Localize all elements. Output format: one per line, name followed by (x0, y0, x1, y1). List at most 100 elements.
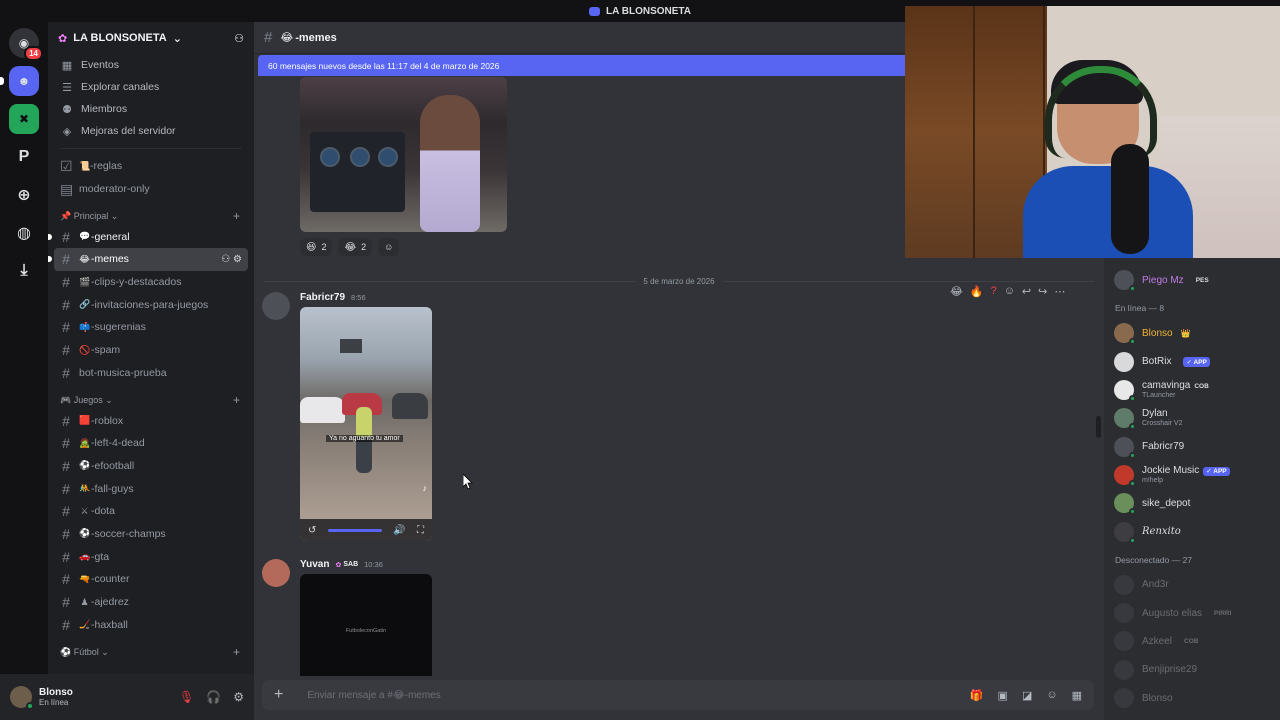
chat-scrollbar[interactable] (1096, 416, 1101, 438)
member-row[interactable]: BotRix ✓ APP (1114, 348, 1280, 376)
nav-server-boosts[interactable]: ◈ Mejoras del servidor (54, 120, 248, 142)
hash-icon: # (264, 29, 273, 46)
channel-moderator-only[interactable]: ▤ moderator-only (54, 178, 248, 201)
download-apps-button[interactable]: ⤓ (9, 256, 39, 286)
message-composer[interactable]: + Enviar mensaje a #😂-memes 🎁 ▣ ◪ ☺ ▦ (262, 680, 1094, 710)
sticker-icon[interactable]: ◪ (1022, 689, 1032, 702)
channel-emoji: 💬 (79, 231, 91, 242)
nav-browse-channels[interactable]: ☰ Explorar canales (54, 76, 248, 98)
reaction-fire-icon[interactable]: 🔥 (970, 285, 984, 298)
discover-button[interactable]: ◍ (9, 218, 39, 248)
volume-icon[interactable]: 🔊 (393, 525, 405, 536)
upload-plus-icon[interactable]: + (274, 686, 283, 704)
nav-events-label: Eventos (81, 59, 119, 71)
channel-counter[interactable]: # 🔫 -counter (54, 568, 248, 591)
add-member-icon[interactable]: ⚇ (234, 32, 244, 45)
apps-icon[interactable]: ▦ (1072, 689, 1082, 702)
member-name: Renxito (1142, 526, 1181, 538)
channel-settings-icons[interactable]: ⚇ ⚙ (221, 254, 242, 265)
member-row[interactable]: sike_depot (1114, 489, 1280, 517)
reaction-button[interactable]: 😆 2 (300, 238, 333, 256)
user-panel: Blonso En línea 🎙 🎧 ⚙ (0, 674, 254, 720)
channel-gta[interactable]: # 🚗 -gta (54, 545, 248, 568)
emoji-icon[interactable]: ☺ (1046, 689, 1057, 702)
member-row[interactable]: Jockie Music ✓ APP m!help (1114, 461, 1280, 489)
channel-general[interactable]: # 💬 -general (48, 225, 248, 248)
channel-reglas[interactable]: ☑ 📜 -reglas (54, 155, 248, 178)
message-input[interactable]: Enviar mensaje a #😂-memes (307, 690, 960, 701)
channel-invitaciones[interactable]: # 🔗 -invitaciones-para-juegos (54, 293, 248, 316)
channel-dota[interactable]: # ⚔ -dota (54, 500, 248, 523)
member-row[interactable]: Renxito (1114, 517, 1280, 545)
video-player-2[interactable]: FutboleconGatin (300, 574, 432, 676)
headphones-icon[interactable]: 🎧 (206, 690, 221, 704)
server-header[interactable]: ✿ LA BLONSONETA ⌄ ⚇ (48, 22, 254, 54)
category-futbol[interactable]: ⚽ Fútbol ⌄ + (48, 643, 254, 661)
reaction-question-icon[interactable]: ? (991, 285, 997, 297)
server-green-button[interactable]: ✖ (9, 104, 39, 134)
forward-icon[interactable]: ↪ (1038, 285, 1047, 298)
video-player[interactable]: Ya no aguanto tu amor ♪ ↺ 🔊 ⛶ (300, 307, 432, 541)
member-row[interactable]: Benjiprise29 (1114, 656, 1280, 684)
gift-icon[interactable]: 🎁 (970, 689, 984, 702)
gif-icon[interactable]: ▣ (998, 689, 1008, 702)
category-juegos[interactable]: 🎮 Juegos ⌄ + (48, 391, 254, 409)
member-row[interactable]: Blonso (1114, 684, 1280, 712)
reply-icon[interactable]: ↩ (1022, 285, 1031, 298)
avatar[interactable] (262, 292, 290, 320)
member-row[interactable]: Augusto elias PIRRI (1114, 599, 1280, 627)
create-channel-icon[interactable]: + (233, 393, 240, 407)
reaction-button[interactable]: 😂 2 (338, 238, 373, 256)
message-image-pilot[interactable] (300, 77, 507, 232)
channel-header-emoji: 😂 (280, 32, 294, 44)
add-reaction-button[interactable]: ☺ (378, 238, 400, 256)
member-row[interactable]: And3r (1114, 571, 1280, 599)
reaction-laugh-icon[interactable]: 😂 (950, 285, 963, 298)
category-principal[interactable]: 📌 Principal ⌄ + (48, 207, 254, 225)
more-options-icon[interactable]: ⋯ (1054, 285, 1065, 298)
member-row[interactable]: Fabricr79 (1114, 432, 1280, 460)
message-author[interactable]: Fabricr79 (300, 292, 345, 303)
channel-left-4-dead[interactable]: # 🧟 -left-4-dead (54, 432, 248, 455)
channel-memes[interactable]: # 😂 -memes ⚇ ⚙ (48, 248, 248, 271)
avatar[interactable] (262, 559, 290, 587)
message-hover-toolbar: 😂 🔥 ? ☺ ↩ ↪ ⋯ (944, 280, 1071, 302)
member-row[interactable]: Dylan Crosshair V2 (1114, 404, 1280, 432)
settings-gear-icon[interactable]: ⚙ (233, 690, 244, 704)
nav-members[interactable]: ⚉ Miembros (54, 98, 248, 120)
user-avatar[interactable] (10, 686, 34, 710)
replay-icon[interactable]: ↺ (308, 525, 316, 536)
member-row[interactable]: camavinga COB TLauncher (1114, 376, 1280, 404)
channel-haxball[interactable]: # 🏒 -haxball (54, 613, 248, 636)
member-activity: TLauncher (1142, 391, 1176, 399)
add-reaction-icon[interactable]: ☺ (1004, 285, 1015, 297)
mute-microphone-icon[interactable]: 🎙 (179, 690, 194, 704)
member-row[interactable]: Azkeel COB (1114, 627, 1280, 655)
member-name: Azkeel (1142, 635, 1173, 647)
channel-spam[interactable]: # 🚫 -spam (54, 339, 248, 362)
member-row[interactable]: Blonso 👑 (1114, 319, 1280, 347)
direct-messages-button[interactable]: ◉ 14 (9, 28, 43, 61)
member-row[interactable]: Piego Mz PES (1114, 266, 1280, 294)
channel-header-name: -memes (295, 31, 337, 44)
create-channel-icon[interactable]: + (233, 209, 240, 223)
message-author[interactable]: Yuvan (300, 559, 329, 570)
channel-efootball[interactable]: # ⚽ -efootball (54, 455, 248, 478)
nav-events[interactable]: ▦ Eventos (54, 54, 248, 76)
video-caption: Ya no aguanto tu amor (326, 435, 403, 442)
channel-clips[interactable]: # 🎬 -clips-y-destacados (54, 271, 248, 294)
channel-roblox[interactable]: # 🟥 -roblox (54, 409, 248, 432)
channel-fall-guys[interactable]: # 🤼 -fall-guys (54, 477, 248, 500)
server-p-button[interactable]: P (9, 142, 39, 172)
channel-soccer-champs[interactable]: # ⚽ -soccer-champs (54, 523, 248, 546)
channel-sugerenias[interactable]: # 📫 -sugerenias (54, 316, 248, 339)
create-channel-icon[interactable]: + (233, 645, 240, 659)
video-progress-bar[interactable] (327, 528, 382, 532)
fullscreen-icon[interactable]: ⛶ (417, 525, 424, 536)
hash-icon: # (62, 594, 70, 611)
add-server-button[interactable]: ⊕ (9, 180, 39, 210)
channel-bot-musica[interactable]: # bot-musica-prueba (54, 362, 248, 385)
channel-ajedrez[interactable]: # ♟ -ajedrez (54, 591, 248, 614)
server-la-blonsoneta-button[interactable]: ☻ (0, 66, 39, 96)
server-flower-icon: ✿ (58, 32, 68, 45)
